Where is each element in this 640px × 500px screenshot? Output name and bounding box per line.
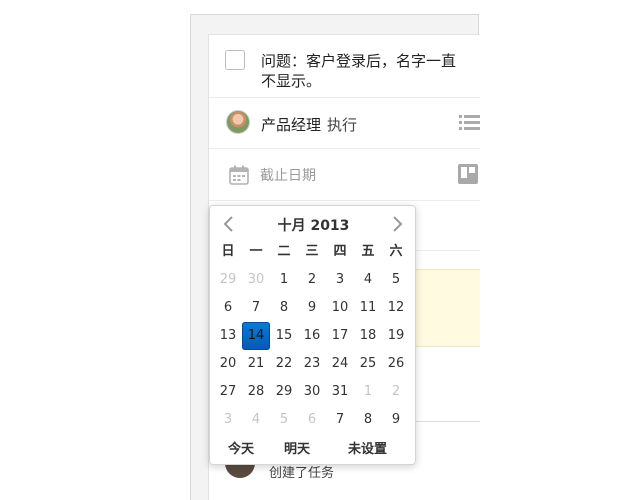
due-date-placeholder[interactable]: 截止日期 bbox=[260, 165, 316, 185]
month-title: 十月 2013 bbox=[277, 218, 350, 234]
calendar-day[interactable]: 4 bbox=[354, 266, 382, 294]
weekday-header: 一 bbox=[249, 244, 263, 259]
unset-button[interactable]: 未设置 bbox=[348, 438, 387, 457]
task-title[interactable]: 问题：客户登录后，名字一直不显示。 bbox=[261, 51, 466, 91]
assignee-info: 产品经理 执行 bbox=[261, 114, 357, 135]
calendar-day[interactable]: 9 bbox=[382, 406, 410, 434]
weekday-header: 三 bbox=[305, 244, 319, 259]
calendar-day[interactable]: 13 bbox=[214, 322, 242, 350]
calendar-day[interactable]: 7 bbox=[242, 294, 270, 322]
calendar-day[interactable]: 3 bbox=[326, 266, 354, 294]
calendar-day-other-month[interactable]: 2 bbox=[382, 378, 410, 406]
board-icon[interactable] bbox=[458, 164, 478, 184]
datepicker-footer: 今天 明天 未设置 bbox=[210, 438, 417, 458]
calendar-day[interactable]: 26 bbox=[382, 350, 410, 378]
calendar-day[interactable]: 18 bbox=[354, 322, 382, 350]
calendar-day[interactable]: 24 bbox=[326, 350, 354, 378]
calendar-day-other-month[interactable]: 6 bbox=[298, 406, 326, 434]
calendar-day[interactable]: 2 bbox=[298, 266, 326, 294]
calendar-day[interactable]: 16 bbox=[298, 322, 326, 350]
today-button[interactable]: 今天 bbox=[228, 438, 254, 457]
assignee-avatar bbox=[226, 110, 250, 134]
calendar-day[interactable]: 20 bbox=[214, 350, 242, 378]
calendar-day-other-month[interactable]: 5 bbox=[270, 406, 298, 434]
assignee-action: 执行 bbox=[327, 116, 358, 134]
calendar-day-other-month[interactable]: 30 bbox=[242, 266, 270, 294]
datepicker-popup: 十月 2013 日一二三四五六 29 30 1 2 3 4 5 6 7 8 9 10 11 12 13 14 15… bbox=[209, 205, 416, 465]
calendar-day[interactable]: 22 bbox=[270, 350, 298, 378]
chevron-right-icon[interactable] bbox=[388, 214, 406, 234]
calendar-icon bbox=[229, 165, 249, 185]
calendar-day[interactable]: 19 bbox=[382, 322, 410, 350]
list-icon[interactable] bbox=[459, 114, 480, 132]
task-title-row: 问题：客户登录后，名字一直不显示。 bbox=[209, 35, 480, 98]
calendar-day[interactable]: 9 bbox=[298, 294, 326, 322]
calendar-day[interactable]: 21 bbox=[242, 350, 270, 378]
calendar-day[interactable]: 27 bbox=[214, 378, 242, 406]
calendar-day[interactable]: 8 bbox=[270, 294, 298, 322]
calendar-day[interactable]: 14 bbox=[242, 322, 270, 350]
calendar-day[interactable]: 1 bbox=[270, 266, 298, 294]
calendar-day[interactable]: 5 bbox=[382, 266, 410, 294]
calendar-day-other-month[interactable]: 3 bbox=[214, 406, 242, 434]
weekday-header: 四 bbox=[333, 244, 347, 259]
calendar-day[interactable]: 31 bbox=[326, 378, 354, 406]
calendar-day[interactable]: 6 bbox=[214, 294, 242, 322]
due-date-row[interactable]: 截止日期 bbox=[209, 149, 480, 201]
calendar-day[interactable]: 17 bbox=[326, 322, 354, 350]
weekday-header: 日 bbox=[221, 244, 235, 259]
calendar-day[interactable]: 29 bbox=[270, 378, 298, 406]
calendar-day[interactable]: 30 bbox=[298, 378, 326, 406]
tomorrow-button[interactable]: 明天 bbox=[284, 438, 310, 457]
calendar-day[interactable]: 10 bbox=[326, 294, 354, 322]
calendar-day[interactable]: 23 bbox=[298, 350, 326, 378]
calendar-day-other-month[interactable]: 4 bbox=[242, 406, 270, 434]
weekday-header: 五 bbox=[361, 244, 375, 259]
assignee-row[interactable]: 产品经理 执行 bbox=[209, 98, 480, 149]
calendar-day-other-month[interactable]: 1 bbox=[354, 378, 382, 406]
calendar-day[interactable]: 7 bbox=[326, 406, 354, 434]
weekday-header: 二 bbox=[277, 244, 291, 259]
calendar-day[interactable]: 15 bbox=[270, 322, 298, 350]
calendar-day[interactable]: 8 bbox=[354, 406, 382, 434]
calendar-day[interactable]: 11 bbox=[354, 294, 382, 322]
calendar-day-other-month[interactable]: 29 bbox=[214, 266, 242, 294]
calendar-day[interactable]: 28 bbox=[242, 378, 270, 406]
calendar-day[interactable]: 12 bbox=[382, 294, 410, 322]
assignee-name: 产品经理 bbox=[261, 116, 322, 134]
weekday-header: 六 bbox=[389, 244, 403, 259]
calendar-day[interactable]: 25 bbox=[354, 350, 382, 378]
task-complete-checkbox[interactable] bbox=[225, 50, 245, 70]
